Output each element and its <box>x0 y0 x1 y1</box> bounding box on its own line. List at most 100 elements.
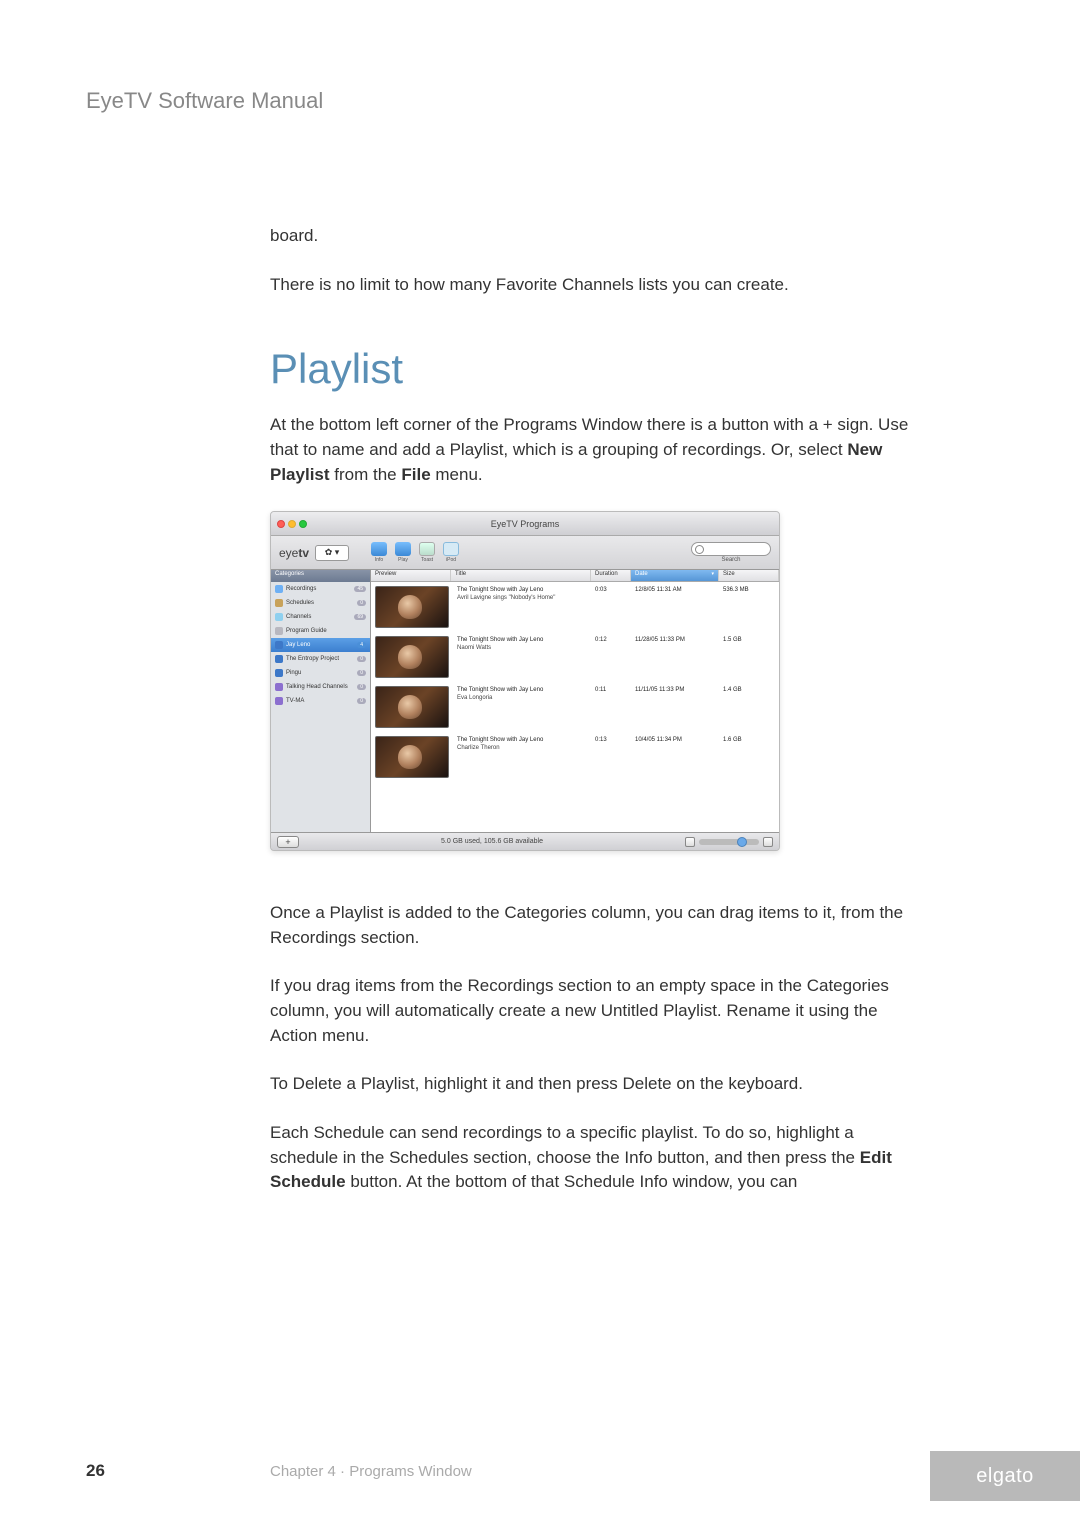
col-preview[interactable]: Preview <box>371 570 451 581</box>
sidebar-item-label: Schedules <box>286 600 314 606</box>
row-duration: 0:13 <box>591 737 631 780</box>
row-title: The Tonight Show with Jay Leno <box>457 737 591 745</box>
toast-button[interactable]: Toast <box>417 542 437 564</box>
play-button[interactable]: Play <box>393 542 413 564</box>
row-subtitle: Naomi Watts <box>457 645 591 653</box>
text-bold: File <box>401 465 430 484</box>
sidebar-item-label: The Entropy Project <box>286 656 339 662</box>
main-list: Preview Title Duration Date Size The Ton… <box>371 570 779 832</box>
sidebar-item[interactable]: Pingu 0 <box>271 666 370 680</box>
col-date[interactable]: Date <box>631 570 719 581</box>
add-playlist-button[interactable]: + <box>277 836 299 848</box>
sidebar-item[interactable]: TV-MA0 <box>271 694 370 708</box>
sidebar-item[interactable]: Channels 69 <box>271 610 370 624</box>
count-badge: 0 <box>357 600 366 606</box>
window-titlebar: EyeTV Programs <box>271 512 779 536</box>
sidebar-item-label: Pingu <box>286 670 301 676</box>
text: At the bottom left corner of the Program… <box>270 415 908 459</box>
paragraph: At the bottom left corner of the Program… <box>270 413 910 487</box>
paragraph: Each Schedule can send recordings to a s… <box>270 1121 910 1195</box>
paragraph: To Delete a Playlist, highlight it and t… <box>270 1072 910 1097</box>
row-duration: 0:11 <box>591 687 631 730</box>
row-size: 1.5 GB <box>719 637 779 680</box>
playlist-icon <box>275 641 283 649</box>
row-date: 11/28/05 11:33 PM <box>631 637 719 680</box>
sidebar-item-label: Jay Leno <box>286 642 310 648</box>
page-header: EyeTV Software Manual <box>86 88 994 114</box>
info-button[interactable]: Info <box>369 542 389 564</box>
label: Play <box>398 557 408 563</box>
text: button. At the bottom of that Schedule I… <box>346 1172 798 1191</box>
text: Each Schedule can send recordings to a s… <box>270 1123 860 1167</box>
text: eye <box>279 546 298 560</box>
row-duration: 0:12 <box>591 637 631 680</box>
table-row[interactable]: The Tonight Show with Jay LenoAvril Lavi… <box>371 582 779 632</box>
col-duration[interactable]: Duration <box>591 570 631 581</box>
row-title: The Tonight Show with Jay Leno <box>457 637 591 645</box>
count-badge: 0 <box>357 656 366 662</box>
ipod-button[interactable]: iPod <box>441 542 461 564</box>
playlist-icon <box>275 697 283 705</box>
sidebar-item[interactable]: Jay Leno 4 <box>271 638 370 652</box>
sidebar-item-label: Channels <box>286 614 311 620</box>
window-footer: + 5.0 GB used, 105.6 GB available <box>271 832 779 850</box>
count-badge: 0 <box>357 670 366 676</box>
label: Info <box>375 557 383 563</box>
size-small-icon[interactable] <box>685 837 695 847</box>
chapter-label: Chapter 4 · Programs Window <box>270 1463 994 1480</box>
sidebar-item[interactable]: Talking Head Channels0 <box>271 680 370 694</box>
row-date: 11/11/05 11:33 PM <box>631 687 719 730</box>
playlist-icon <box>275 655 283 663</box>
page-number: 26 <box>86 1461 270 1481</box>
sidebar: Categories Recordings45 Schedules 0 Channel… <box>271 570 371 832</box>
sidebar-item[interactable]: Program Guide <box>271 624 370 638</box>
table-row[interactable]: The Tonight Show with Jay LenoCharlize T… <box>371 732 779 782</box>
playlist-icon <box>275 599 283 607</box>
playlist-icon <box>275 683 283 691</box>
action-menu[interactable]: ✿ ▾ <box>315 545 349 561</box>
toolbar: eyetv ✿ ▾ Info Play Toast iPod Search <box>271 536 779 570</box>
sidebar-item[interactable]: The Entropy Project 0 <box>271 652 370 666</box>
window-title: EyeTV Programs <box>271 519 779 529</box>
column-headers[interactable]: Preview Title Duration Date Size <box>371 570 779 582</box>
playlist-icon <box>275 627 283 635</box>
thumbnail-size-slider[interactable] <box>699 839 759 845</box>
paragraph: board. <box>270 224 910 249</box>
playlist-icon <box>275 613 283 621</box>
sidebar-item[interactable]: Schedules 0 <box>271 596 370 610</box>
size-large-icon[interactable] <box>763 837 773 847</box>
row-date: 12/8/05 11:31 AM <box>631 587 719 630</box>
sidebar-item[interactable]: Recordings45 <box>271 582 370 596</box>
row-size: 1.4 GB <box>719 687 779 730</box>
sidebar-item-label: Program Guide <box>286 628 327 634</box>
programs-window-screenshot: EyeTV Programs eyetv ✿ ▾ Info Play Toast… <box>270 511 780 851</box>
sidebar-header: Categories <box>271 570 370 582</box>
paragraph: There is no limit to how many Favorite C… <box>270 273 910 298</box>
count-badge: 0 <box>357 698 366 704</box>
table-row[interactable]: The Tonight Show with Jay LenoEva Longor… <box>371 682 779 732</box>
preview-thumbnail[interactable] <box>375 586 449 628</box>
row-title: The Tonight Show with Jay Leno <box>457 587 591 595</box>
preview-thumbnail[interactable] <box>375 636 449 678</box>
count-badge: 69 <box>354 614 366 620</box>
col-title[interactable]: Title <box>451 570 591 581</box>
row-title: The Tonight Show with Jay Leno <box>457 687 591 695</box>
count-badge: 4 <box>357 642 366 648</box>
section-title: Playlist <box>270 345 910 393</box>
sidebar-item-label: Recordings <box>286 586 316 592</box>
playlist-icon <box>275 669 283 677</box>
preview-thumbnail[interactable] <box>375 736 449 778</box>
preview-thumbnail[interactable] <box>375 686 449 728</box>
text-bold: tv <box>298 546 309 560</box>
label: iPod <box>446 557 456 563</box>
row-size: 536.3 MB <box>719 587 779 630</box>
search-input[interactable] <box>691 542 771 556</box>
row-date: 10/4/05 11:34 PM <box>631 737 719 780</box>
label: Toast <box>421 557 433 563</box>
col-size[interactable]: Size <box>719 570 779 581</box>
playlist-icon <box>275 585 283 593</box>
text: menu. <box>431 465 483 484</box>
row-duration: 0:03 <box>591 587 631 630</box>
row-subtitle: Avril Lavigne sings "Nobody's Home" <box>457 595 591 603</box>
table-row[interactable]: The Tonight Show with Jay LenoNaomi Watt… <box>371 632 779 682</box>
